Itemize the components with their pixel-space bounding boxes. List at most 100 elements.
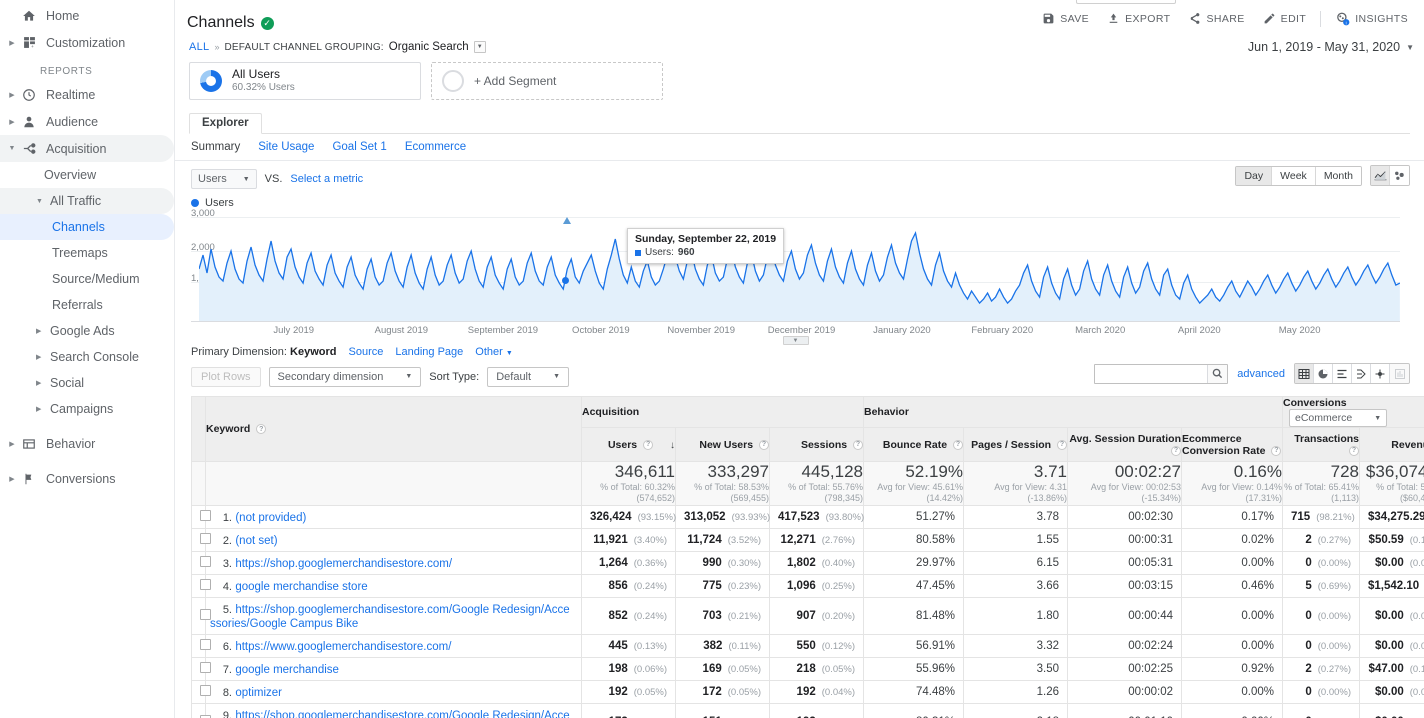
plot-rows-button[interactable]: Plot Rows xyxy=(191,366,261,387)
help-icon[interactable]: ? xyxy=(643,439,654,450)
chart-range-slider-handle[interactable]: ▼ xyxy=(782,336,809,345)
breadcrumb-all[interactable]: ALL xyxy=(189,41,209,53)
subtab-site-usage[interactable]: Site Usage xyxy=(258,141,314,153)
comparison-view-icon[interactable] xyxy=(1352,364,1371,383)
breadcrumb-dropdown-icon[interactable]: ▼ xyxy=(473,41,486,53)
share-button[interactable]: SHARE xyxy=(1180,8,1252,29)
insights-button[interactable]: i INSIGHTS xyxy=(1327,7,1416,30)
segment-all-users[interactable]: All Users 60.32% Users xyxy=(189,62,421,100)
disabled-view-icon[interactable] xyxy=(1390,364,1409,383)
granularity-month[interactable]: Month xyxy=(1315,166,1361,185)
keyword-header[interactable]: Keyword ? xyxy=(205,396,582,462)
primary-dimension-source[interactable]: Source xyxy=(349,346,384,358)
sidebar-item-social[interactable]: ▶ Social xyxy=(0,370,174,396)
row-keyword-link[interactable]: (not provided) xyxy=(235,512,306,524)
help-icon[interactable]: ? xyxy=(953,439,963,450)
col-header-avg-session-duration[interactable]: Avg. Session Duration ? xyxy=(1067,427,1182,462)
table-row[interactable]: 9. https://shop.googlemerchandisestore.c… xyxy=(191,703,1424,718)
row-keyword-link[interactable]: https://www.googlemerchandisestore.com/ xyxy=(235,641,451,653)
help-icon[interactable]: ? xyxy=(1057,439,1067,450)
date-range-picker[interactable]: Jun 1, 2019 - May 31, 2020 ▼ xyxy=(1248,40,1414,54)
row-keyword-link[interactable]: google merchandise xyxy=(235,664,339,676)
help-icon[interactable]: ? xyxy=(1171,445,1181,456)
segment-donut-icon xyxy=(200,70,222,92)
help-icon[interactable]: ? xyxy=(1349,445,1359,456)
percentage-view-icon[interactable] xyxy=(1314,364,1333,383)
sidebar-item-home[interactable]: Home xyxy=(0,2,174,29)
row-keyword-link[interactable]: google merchandise store xyxy=(235,581,367,593)
sidebar-item-channels[interactable]: Channels xyxy=(0,214,174,240)
save-button[interactable]: SAVE xyxy=(1034,8,1097,29)
search-icon[interactable] xyxy=(1207,364,1228,383)
primary-metric-select[interactable]: Users ▼ xyxy=(191,169,257,189)
sidebar-item-customization[interactable]: ▶ + Customization xyxy=(0,29,174,56)
secondary-dimension-select[interactable]: Secondary dimension ▼ xyxy=(268,366,422,387)
tab-explorer[interactable]: Explorer xyxy=(189,113,262,134)
col-header-revenue[interactable]: Revenue ? xyxy=(1359,427,1424,462)
sidebar-item-google-ads[interactable]: ▶ Google Ads xyxy=(0,318,174,344)
help-icon[interactable]: ? xyxy=(1271,445,1282,456)
help-icon[interactable]: ? xyxy=(853,439,863,450)
pivot-view-icon[interactable] xyxy=(1371,364,1390,383)
table-row[interactable]: 3. https://shop.googlemerchandisestore.c… xyxy=(191,551,1424,575)
sidebar-item-all-traffic[interactable]: ▼ All Traffic xyxy=(0,188,174,214)
line-chart-icon[interactable] xyxy=(1371,166,1390,185)
conversions-type-select[interactable]: eCommerce ▼ xyxy=(1289,409,1388,427)
table-row[interactable]: 1. (not provided) 326,424 (93.15%) 313,05… xyxy=(191,505,1424,529)
search-input[interactable] xyxy=(1095,364,1208,383)
performance-view-icon[interactable] xyxy=(1333,364,1352,383)
edit-button[interactable]: EDIT xyxy=(1255,8,1315,29)
sort-type-select[interactable]: Default ▼ xyxy=(487,366,569,387)
select-a-metric-link[interactable]: Select a metric xyxy=(290,173,363,185)
subtab-ecommerce[interactable]: Ecommerce xyxy=(405,141,466,153)
row-keyword-link[interactable]: https://shop.googlemerchandisestore.com/… xyxy=(210,604,570,630)
table-row[interactable]: 8. optimizer 192 (0.05%) 172 (0.05%) 192 (0… xyxy=(191,680,1424,704)
subtab-summary[interactable]: Summary xyxy=(191,141,240,153)
sidebar-item-realtime[interactable]: ▶ Realtime xyxy=(0,81,174,108)
motion-chart-icon[interactable] xyxy=(1390,166,1409,185)
add-segment-button[interactable]: + Add Segment xyxy=(431,62,663,100)
col-header-bounce-rate[interactable]: Bounce Rate ? xyxy=(863,427,964,462)
row-keyword-link[interactable]: https://shop.googlemerchandisestore.com/… xyxy=(210,710,569,718)
sidebar-item-overview[interactable]: Overview xyxy=(0,162,174,188)
sidebar-item-campaigns[interactable]: ▶ Campaigns xyxy=(0,396,174,422)
help-icon[interactable]: ? xyxy=(759,439,769,450)
help-icon[interactable]: ? xyxy=(256,424,267,435)
granularity-week[interactable]: Week xyxy=(1272,166,1316,185)
tooltip-date: Sunday, September 22, 2019 xyxy=(635,233,777,245)
col-header-ecommerce-conversion-rate[interactable]: Ecommerce Conversion Rate ? xyxy=(1181,427,1283,462)
clock-icon xyxy=(18,88,40,102)
table-row[interactable]: 6. https://www.googlemerchandisestore.co… xyxy=(191,634,1424,658)
advanced-link[interactable]: advanced xyxy=(1237,368,1285,380)
cell-sessions: 12,271 (2.76%) xyxy=(769,528,864,552)
table-row[interactable]: 5. https://shop.googlemerchandisestore.c… xyxy=(191,597,1424,635)
col-header-pages-session[interactable]: Pages / Session ? xyxy=(963,427,1068,462)
sidebar-item-referrals[interactable]: Referrals xyxy=(0,292,174,318)
sidebar-item-behavior[interactable]: ▶ Behavior xyxy=(0,430,174,457)
table-row[interactable]: 7. google merchandise 198 (0.06%) 169 (0.0… xyxy=(191,657,1424,681)
table-row[interactable]: 2. (not set) 11,921 (3.40%) 11,724 (3.52%)… xyxy=(191,528,1424,552)
sidebar-item-treemaps[interactable]: Treemaps xyxy=(0,240,174,266)
col-header-users[interactable]: Users ? ↓ xyxy=(581,427,676,462)
subtab-goal-set-1[interactable]: Goal Set 1 xyxy=(332,141,386,153)
sidebar-item-search-console[interactable]: ▶ Search Console xyxy=(0,344,174,370)
row-keyword-link[interactable]: optimizer xyxy=(235,687,282,699)
row-keyword-link[interactable]: (not set) xyxy=(235,535,277,547)
percent: (0.05%) xyxy=(821,664,855,675)
sidebar-item-source-medium[interactable]: Source/Medium xyxy=(0,266,174,292)
col-header-new-users[interactable]: New Users ? xyxy=(675,427,770,462)
row-keyword-link[interactable]: https://shop.googlemerchandisestore.com/ xyxy=(235,558,452,570)
percent: (0.00%) xyxy=(1409,687,1424,698)
col-header-sessions[interactable]: Sessions ? xyxy=(769,427,864,462)
granularity-day[interactable]: Day xyxy=(1236,166,1273,185)
primary-dimension-landing-page[interactable]: Landing Page xyxy=(395,346,463,358)
table-view-icon[interactable] xyxy=(1295,364,1314,383)
sidebar-item-conversions[interactable]: ▶ Conversions xyxy=(0,465,174,492)
primary-dimension-other[interactable]: Other ▼ xyxy=(475,346,513,358)
col-header-transactions[interactable]: Transactions ? xyxy=(1282,427,1360,462)
export-button[interactable]: EXPORT xyxy=(1099,8,1178,29)
table-row[interactable]: 4. google merchandise store 856 (0.24%) 7… xyxy=(191,574,1424,598)
keyword-header-label: Keyword xyxy=(206,423,251,435)
sidebar-item-audience[interactable]: ▶ Audience xyxy=(0,108,174,135)
sidebar-item-acquisition[interactable]: ▼ Acquisition xyxy=(0,135,174,162)
